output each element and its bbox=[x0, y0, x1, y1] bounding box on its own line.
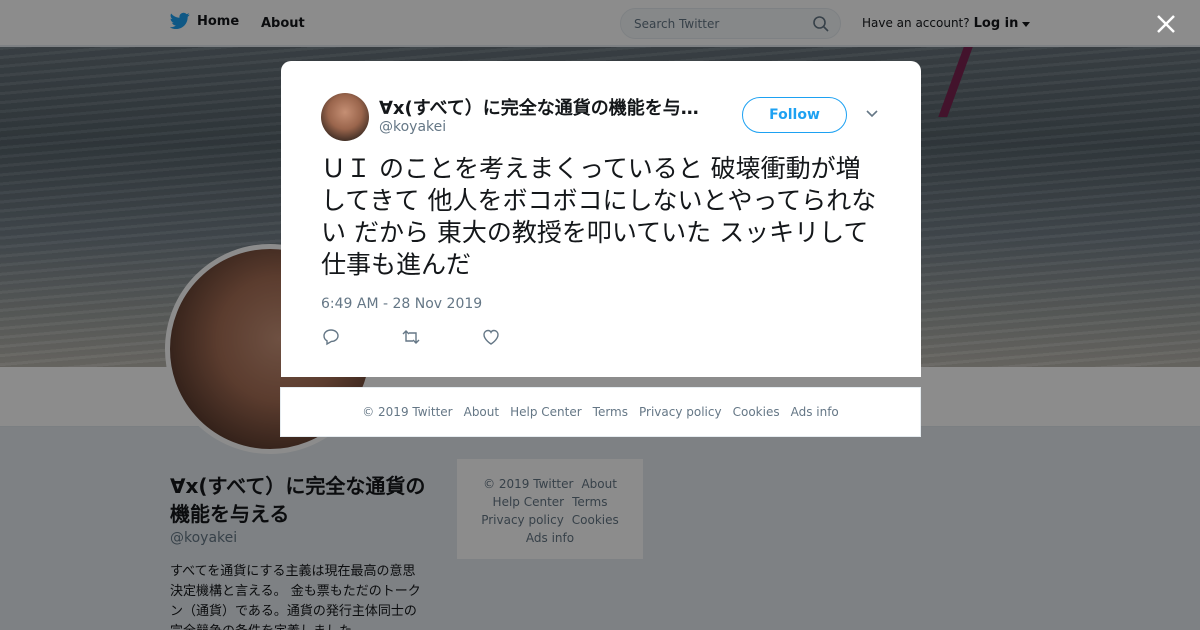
tweet-author-avatar[interactable] bbox=[321, 93, 369, 141]
reply-icon bbox=[323, 329, 339, 346]
close-icon[interactable] bbox=[1154, 12, 1178, 36]
reply-button[interactable] bbox=[321, 327, 401, 347]
tweet-modal: ∀x(すべて）に完全な通貨の機能を与… @koyakei Follow ＵＩ の… bbox=[281, 61, 921, 377]
modal-footer-ads-link[interactable]: Ads info bbox=[791, 405, 839, 419]
tweet-author-handle[interactable]: @koyakei bbox=[379, 119, 446, 135]
footer-copyright: © 2019 Twitter bbox=[362, 405, 453, 419]
heart-icon bbox=[483, 329, 499, 345]
modal-footer: © 2019 Twitter About Help Center Terms P… bbox=[280, 387, 921, 437]
modal-footer-terms-link[interactable]: Terms bbox=[593, 405, 628, 419]
follow-button[interactable]: Follow bbox=[742, 97, 847, 133]
modal-footer-help-link[interactable]: Help Center bbox=[510, 405, 582, 419]
modal-footer-about-link[interactable]: About bbox=[464, 405, 499, 419]
tweet-text: ＵＩ のことを考えまくっていると 破壊衝動が増してきて 他人をボコボコにしないと… bbox=[321, 154, 877, 279]
tweet-timestamp[interactable]: 6:49 AM - 28 Nov 2019 bbox=[321, 296, 482, 312]
modal-footer-privacy-link[interactable]: Privacy policy bbox=[639, 405, 722, 419]
chevron-down-icon[interactable] bbox=[865, 109, 879, 119]
retweet-icon bbox=[402, 330, 420, 344]
tweet-author-name[interactable]: ∀x(すべて）に完全な通貨の機能を与… bbox=[379, 94, 699, 120]
modal-footer-cookies-link[interactable]: Cookies bbox=[733, 405, 780, 419]
retweet-button[interactable] bbox=[401, 327, 481, 347]
like-button[interactable] bbox=[481, 327, 561, 347]
tweet-actions bbox=[321, 327, 561, 347]
